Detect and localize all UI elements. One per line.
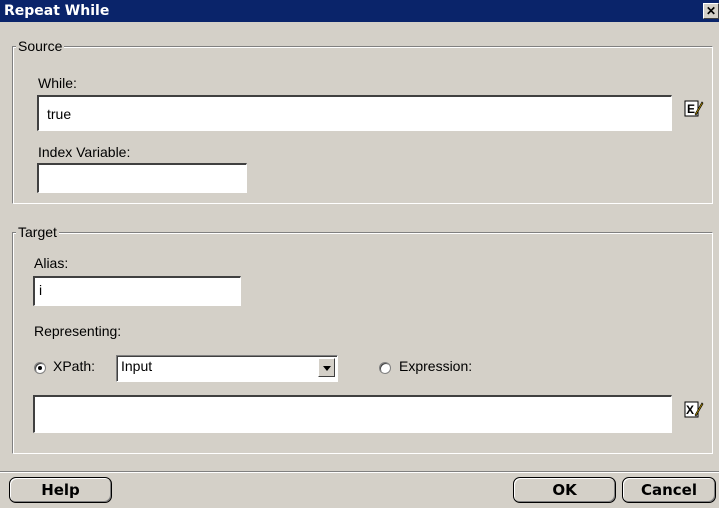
- expression-radio[interactable]: [379, 362, 391, 374]
- xpath-label[interactable]: XPath:: [53, 358, 95, 374]
- svg-text:E: E: [687, 102, 695, 116]
- xpath-select[interactable]: Input: [116, 355, 338, 382]
- representing-label: Representing:: [34, 323, 122, 339]
- svg-text:X: X: [686, 403, 694, 417]
- ok-button[interactable]: OK: [513, 477, 616, 503]
- xpath-radio[interactable]: [34, 362, 46, 374]
- edit-expression-icon[interactable]: E: [684, 99, 704, 119]
- footer-separator: [0, 471, 719, 473]
- window-title: Repeat While: [4, 3, 110, 19]
- expression-label[interactable]: Expression:: [399, 358, 472, 374]
- close-icon: ✕: [705, 4, 717, 18]
- xpath-radio-dot: [38, 366, 42, 370]
- index-variable-input[interactable]: [37, 163, 247, 193]
- alias-input[interactable]: i: [33, 276, 241, 306]
- dropdown-arrow-icon[interactable]: [318, 358, 335, 377]
- index-variable-label: Index Variable:: [38, 144, 131, 160]
- target-legend: Target: [16, 224, 59, 240]
- xpath-selected-value: Input: [121, 358, 153, 374]
- cancel-button[interactable]: Cancel: [622, 477, 716, 503]
- while-value: true: [47, 106, 72, 122]
- xpath-builder-icon[interactable]: X: [684, 400, 704, 420]
- source-legend: Source: [16, 38, 65, 54]
- alias-value: i: [39, 282, 43, 298]
- expression-input[interactable]: [33, 395, 672, 433]
- while-input[interactable]: true: [37, 95, 672, 131]
- title-bar: Repeat While ✕: [0, 0, 719, 22]
- close-button[interactable]: ✕: [703, 3, 719, 19]
- while-label: While:: [38, 75, 77, 91]
- help-button[interactable]: Help: [9, 477, 112, 503]
- alias-label: Alias:: [34, 255, 69, 271]
